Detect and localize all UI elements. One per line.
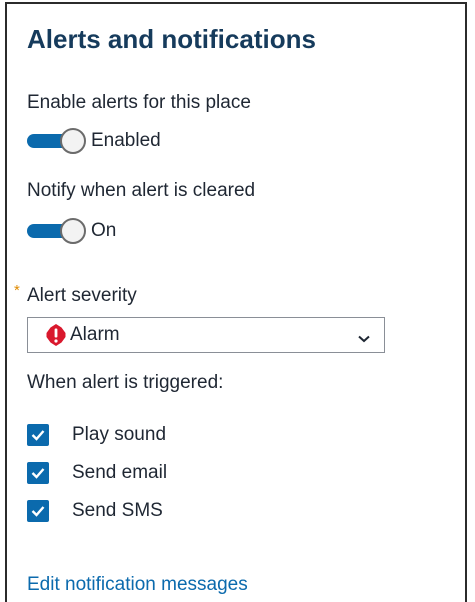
alarm-exclamation-icon	[44, 323, 68, 347]
toggle-switch[interactable]	[27, 218, 86, 244]
play-sound-option[interactable]: Play sound	[27, 424, 166, 446]
play-sound-label: Play sound	[72, 424, 167, 445]
selected-severity: Alarm	[70, 324, 120, 345]
enable-alerts-state: Enabled	[91, 130, 161, 151]
panel-title: Alerts and notifications	[27, 24, 316, 54]
checkbox-checked-icon[interactable]	[27, 424, 49, 446]
checkbox-checked-icon[interactable]	[27, 462, 49, 484]
edit-notification-messages-link[interactable]: Edit notification messages	[27, 574, 248, 596]
send-email-label: Send email	[72, 462, 168, 483]
alerts-panel: Alerts and notifications Enable alerts f…	[5, 2, 467, 602]
notify-cleared-state: On	[91, 220, 117, 241]
enable-alerts-toggle[interactable]: Enabled	[27, 128, 161, 154]
toggle-switch[interactable]	[27, 128, 86, 154]
send-email-option[interactable]: Send email	[27, 462, 167, 484]
chevron-down-icon	[358, 330, 370, 348]
toggle-knob	[60, 218, 86, 244]
alert-severity-dropdown[interactable]: Alarm	[27, 317, 385, 353]
notify-cleared-toggle[interactable]: On	[27, 218, 116, 244]
notify-cleared-label: Notify when alert is cleared	[27, 180, 256, 201]
send-sms-option[interactable]: Send SMS	[27, 500, 163, 522]
toggle-knob	[60, 128, 86, 154]
when-triggered-heading: When alert is triggered:	[27, 372, 224, 393]
alert-severity-label: Alert severity	[27, 285, 137, 306]
enable-alerts-label: Enable alerts for this place	[27, 92, 251, 113]
checkbox-checked-icon[interactable]	[27, 500, 49, 522]
send-sms-label: Send SMS	[72, 500, 163, 521]
required-indicator: *	[14, 282, 20, 299]
